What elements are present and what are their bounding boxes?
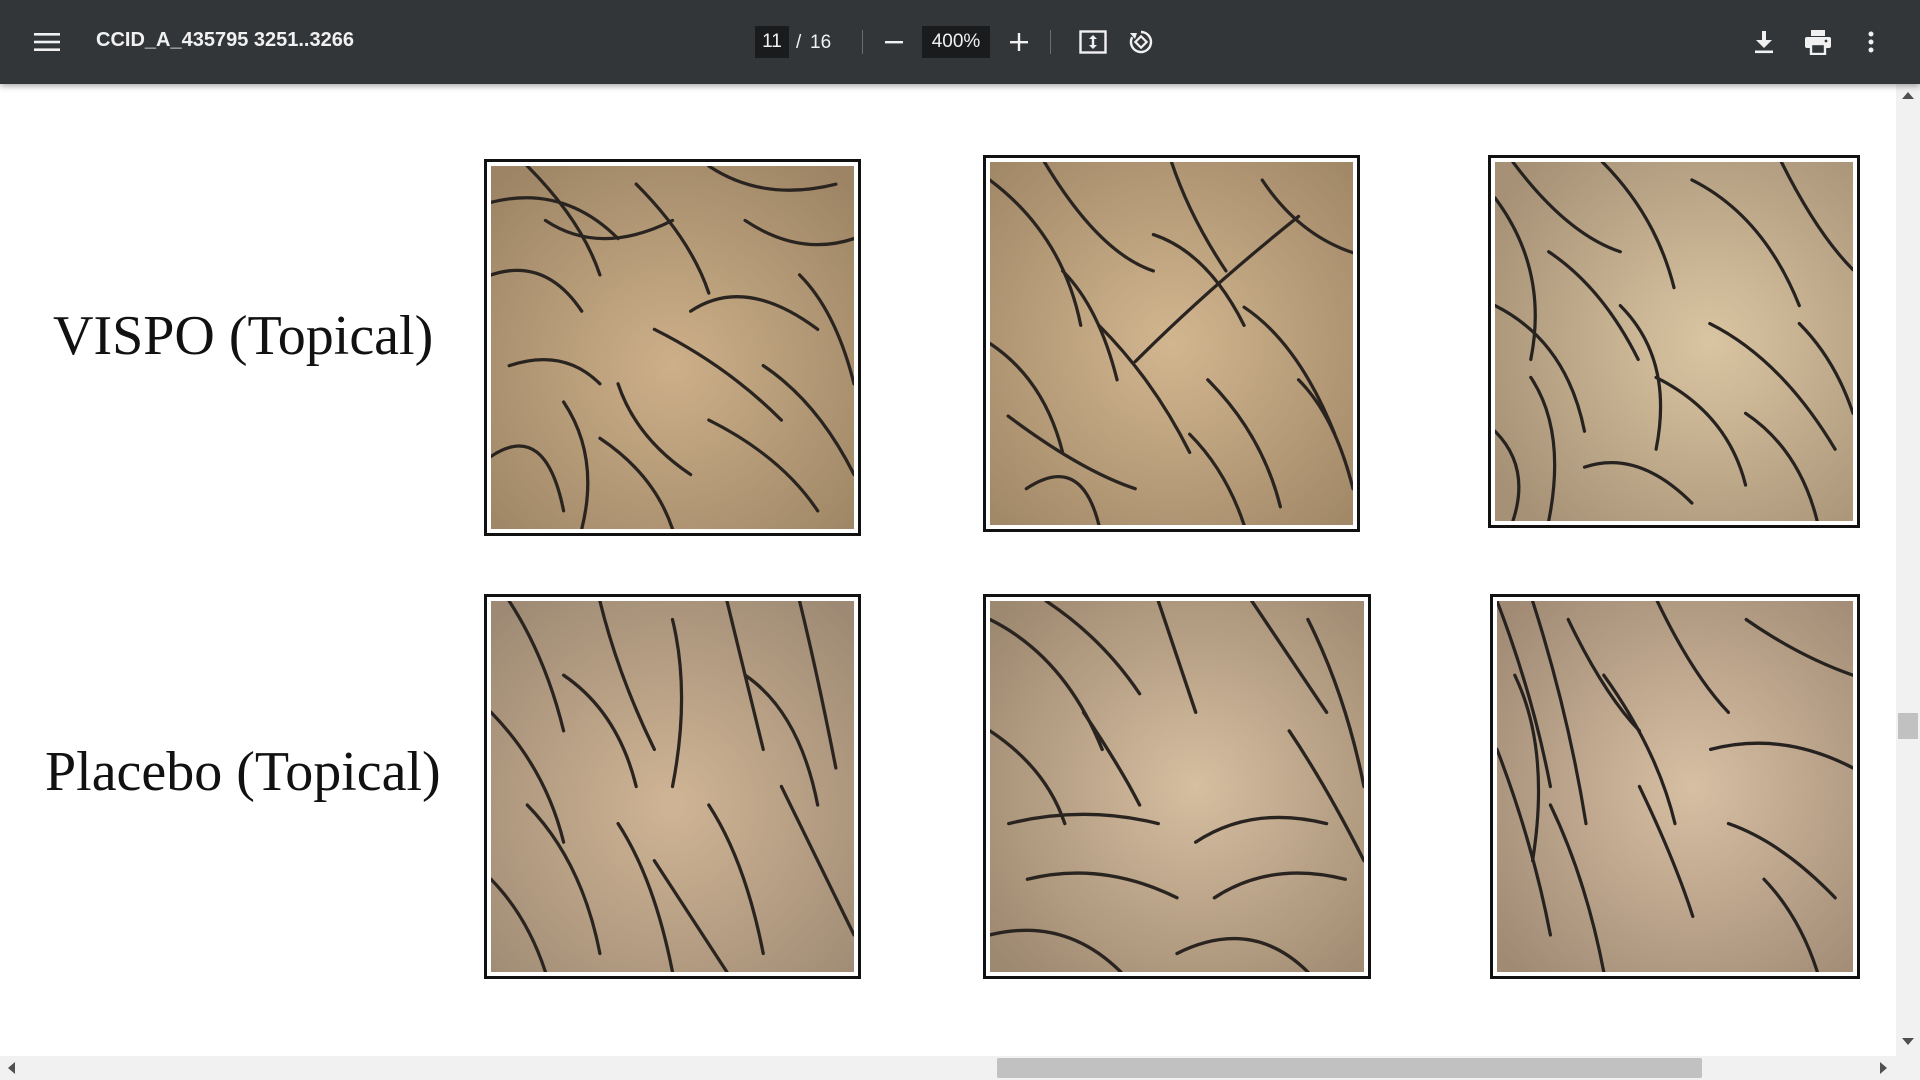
row-label-vispo: VISPO (Topical) [53,305,434,367]
zoom-in-button[interactable] [999,22,1039,62]
scroll-right-arrow-icon[interactable] [1880,1062,1887,1074]
scalp-photo [983,594,1371,979]
scroll-up-arrow-icon[interactable] [1902,92,1914,99]
scroll-down-arrow-icon[interactable] [1902,1038,1914,1045]
scalp-photo [1490,594,1860,979]
menu-icon [34,33,60,51]
document-title: CCID_A_435795 3251..3266 [96,29,354,51]
minus-icon [885,41,903,44]
vertical-scrollbar-thumb[interactable] [1898,713,1918,739]
page-number-input[interactable]: 11 [755,26,789,58]
toolbar-divider [862,30,863,54]
horizontal-scrollbar-thumb[interactable] [997,1058,1702,1078]
rotate-counterclockwise-icon [1129,30,1153,54]
more-actions-button[interactable] [1851,22,1891,62]
zoom-out-button[interactable] [874,22,914,62]
total-pages: 16 [810,32,832,53]
scalp-photo [484,159,861,536]
download-icon [1755,31,1773,54]
print-button[interactable] [1798,22,1838,62]
scalp-photo [484,594,861,979]
toolbar-divider [1050,30,1051,54]
pdf-page-view[interactable]: VISPO (Topical) Placebo (Topical) [0,84,1920,1080]
scalp-photo [1488,155,1860,528]
rotate-button[interactable] [1121,22,1161,62]
pdf-toolbar: CCID_A_435795 3251..3266 11 / 16 400% [0,0,1920,84]
print-icon [1805,30,1831,55]
fit-page-icon [1079,30,1107,54]
scalp-photo [983,155,1360,532]
scroll-left-arrow-icon[interactable] [8,1062,15,1074]
vertical-scrollbar[interactable] [1896,84,1920,1056]
row-label-placebo: Placebo (Topical) [45,741,441,803]
menu-button[interactable] [27,22,67,62]
download-button[interactable] [1744,22,1784,62]
fit-page-button[interactable] [1073,22,1113,62]
more-vertical-icon [1868,31,1874,53]
plus-icon [1010,33,1028,51]
zoom-level-input[interactable]: 400% [922,26,990,58]
page-separator: / [796,32,802,53]
